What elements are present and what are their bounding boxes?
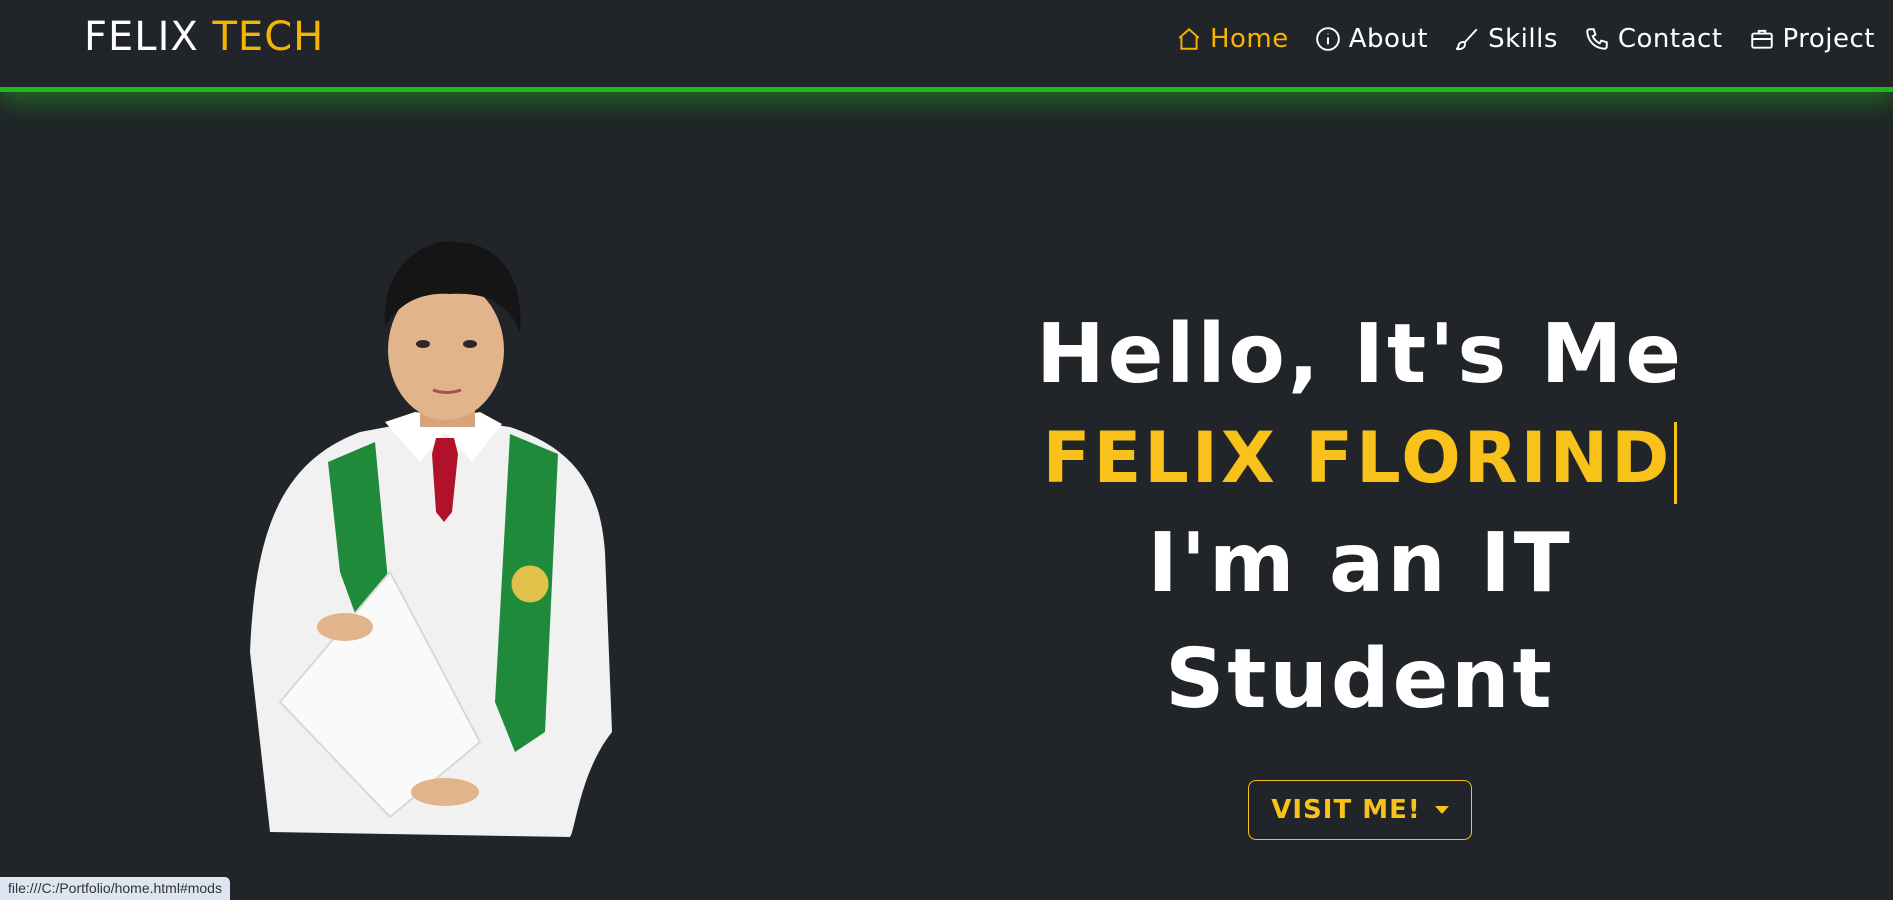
visit-me-dropdown-button[interactable]: VISIT ME! xyxy=(1248,780,1472,840)
nav-item-label: About xyxy=(1348,24,1429,54)
nav-item-contact[interactable]: Contact xyxy=(1584,24,1723,54)
nav-item-about[interactable]: About xyxy=(1315,24,1428,54)
hero-section: Hello, It's Me FELIX FLORIND I'm an IT S… xyxy=(960,300,1760,840)
brand-name-accent: TECH xyxy=(212,14,325,60)
hero-role: I'm an IT Student xyxy=(1147,516,1573,727)
phone-icon xyxy=(1586,28,1608,50)
brand-logo[interactable]: FELIX TECH xyxy=(84,14,324,60)
hero-greeting: Hello, It's Me xyxy=(1036,307,1684,402)
status-bar-url: file:///C:/Portfolio/home.html#mods xyxy=(0,877,230,900)
nav-links: Home About Skills Contact Project xyxy=(1176,24,1875,54)
brush-icon xyxy=(1455,28,1478,51)
student-portrait-image xyxy=(250,241,612,837)
typing-cursor xyxy=(1674,421,1678,504)
visit-me-label: VISIT ME! xyxy=(1271,795,1421,825)
profile-photo xyxy=(240,232,700,842)
nav-item-label: Project xyxy=(1782,24,1875,54)
hero-name: FELIX FLORIND xyxy=(960,410,1760,506)
info-circle-icon xyxy=(1315,27,1340,51)
nav-item-label: Home xyxy=(1209,24,1289,54)
briefcase-icon xyxy=(1750,29,1773,49)
house-icon xyxy=(1178,27,1200,50)
nav-item-project[interactable]: Project xyxy=(1749,24,1875,54)
nav-item-label: Skills xyxy=(1488,24,1558,54)
nav-item-skills[interactable]: Skills xyxy=(1454,24,1558,54)
nav-item-home[interactable]: Home xyxy=(1176,24,1289,54)
brand-name: FELIX xyxy=(84,14,199,60)
hero-name-text: FELIX FLORIND xyxy=(1042,417,1673,499)
caret-down-icon xyxy=(1434,806,1449,814)
navbar: FELIX TECH Home About Skills Contact Pro… xyxy=(0,0,1893,92)
nav-item-label: Contact xyxy=(1617,24,1723,54)
